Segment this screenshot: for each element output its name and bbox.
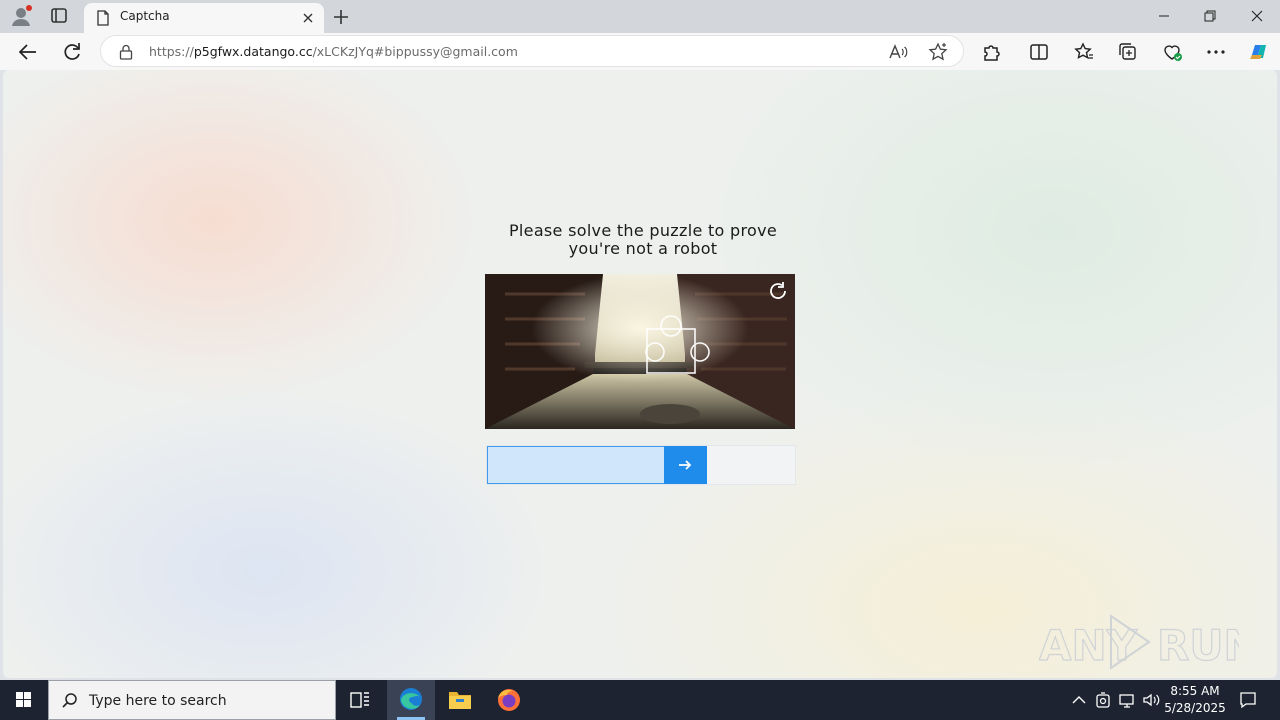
minimize-icon[interactable] (1141, 4, 1187, 28)
arrow-right-icon (679, 460, 692, 470)
tab-strip: Captcha (0, 0, 1280, 33)
reload-icon[interactable] (59, 39, 85, 65)
extensions-icon[interactable] (978, 39, 1004, 65)
favorites-icon[interactable] (1071, 39, 1097, 65)
split-screen-icon[interactable] (1026, 39, 1052, 65)
volume-icon[interactable] (1141, 690, 1161, 710)
address-bar[interactable]: https://p5gfwx.datango.cc/xLCKzJYq#bippu… (100, 35, 964, 67)
captcha-prompt: Please solve the puzzle to prove you're … (473, 222, 813, 258)
taskbar-clock[interactable]: 8:55 AM 5/28/2025 (1160, 683, 1230, 717)
more-options-icon[interactable] (1203, 39, 1229, 65)
firefox-icon (498, 689, 520, 711)
search-icon (61, 692, 79, 710)
network-icon[interactable] (1117, 690, 1137, 710)
task-view-button[interactable] (336, 680, 384, 720)
puzzle-image (485, 274, 795, 429)
url-scheme: https:// (149, 44, 194, 59)
notifications-icon[interactable] (1238, 690, 1258, 710)
tab-actions-icon[interactable] (48, 6, 70, 26)
watermark-any: ANY (1039, 621, 1138, 670)
watermark-run: RUN (1157, 621, 1239, 670)
folder-icon (449, 692, 471, 709)
windows-logo-icon (16, 692, 31, 707)
url-domain: p5gfwx.datango.cc (193, 44, 313, 59)
collections-icon[interactable] (1115, 39, 1141, 65)
search-placeholder: Type here to search (89, 693, 227, 709)
clock-date: 5/28/2025 (1164, 701, 1226, 715)
prompt-line-2: you're not a robot (568, 239, 718, 258)
page-viewport: Please solve the puzzle to prove you're … (3, 70, 1277, 678)
new-tab-icon[interactable] (330, 6, 352, 28)
show-hidden-icons[interactable] (1069, 690, 1089, 710)
restore-icon[interactable] (1187, 4, 1233, 28)
close-tab-icon[interactable] (300, 10, 316, 26)
url-text[interactable]: https://p5gfwx.datango.cc/xLCKzJYq#bippu… (149, 44, 518, 59)
page-icon (96, 10, 110, 26)
start-button[interactable] (0, 680, 48, 720)
slider-progress-fill (487, 446, 665, 484)
taskbar-search[interactable]: Type here to search (48, 680, 336, 720)
meet-now-icon[interactable] (1093, 690, 1113, 710)
refresh-puzzle-icon[interactable] (767, 280, 789, 302)
close-window-icon[interactable] (1234, 4, 1280, 28)
profile-icon[interactable] (10, 5, 32, 27)
read-aloud-icon[interactable] (887, 41, 909, 63)
clock-time: 8:55 AM (1170, 684, 1220, 698)
favorite-star-icon[interactable] (927, 41, 949, 63)
copilot-icon[interactable] (1245, 39, 1271, 65)
taskbar-file-explorer[interactable] (436, 680, 484, 720)
lock-icon[interactable] (119, 44, 133, 60)
back-icon[interactable] (15, 39, 41, 65)
taskbar-edge[interactable] (387, 680, 435, 720)
captcha-slider-track[interactable] (486, 445, 796, 485)
url-path: /xLCKzJYq#bippussy@gmail.com (312, 44, 518, 59)
edge-icon (400, 688, 422, 710)
canal-scene (485, 274, 795, 429)
windows-taskbar: Type here to search 8:55 AM 5/28/2025 (0, 680, 1280, 720)
anyrun-watermark: ANY RUN (1038, 608, 1259, 678)
slider-handle[interactable] (664, 446, 707, 484)
task-view-icon (350, 692, 369, 708)
browser-essentials-icon[interactable] (1159, 39, 1185, 65)
tab-title: Captcha (120, 9, 170, 23)
browser-toolbar: https://p5gfwx.datango.cc/xLCKzJYq#bippu… (0, 33, 1280, 70)
prompt-line-1: Please solve the puzzle to prove (508, 221, 778, 240)
taskbar-firefox[interactable] (485, 680, 533, 720)
tab-captcha[interactable]: Captcha (84, 3, 324, 33)
